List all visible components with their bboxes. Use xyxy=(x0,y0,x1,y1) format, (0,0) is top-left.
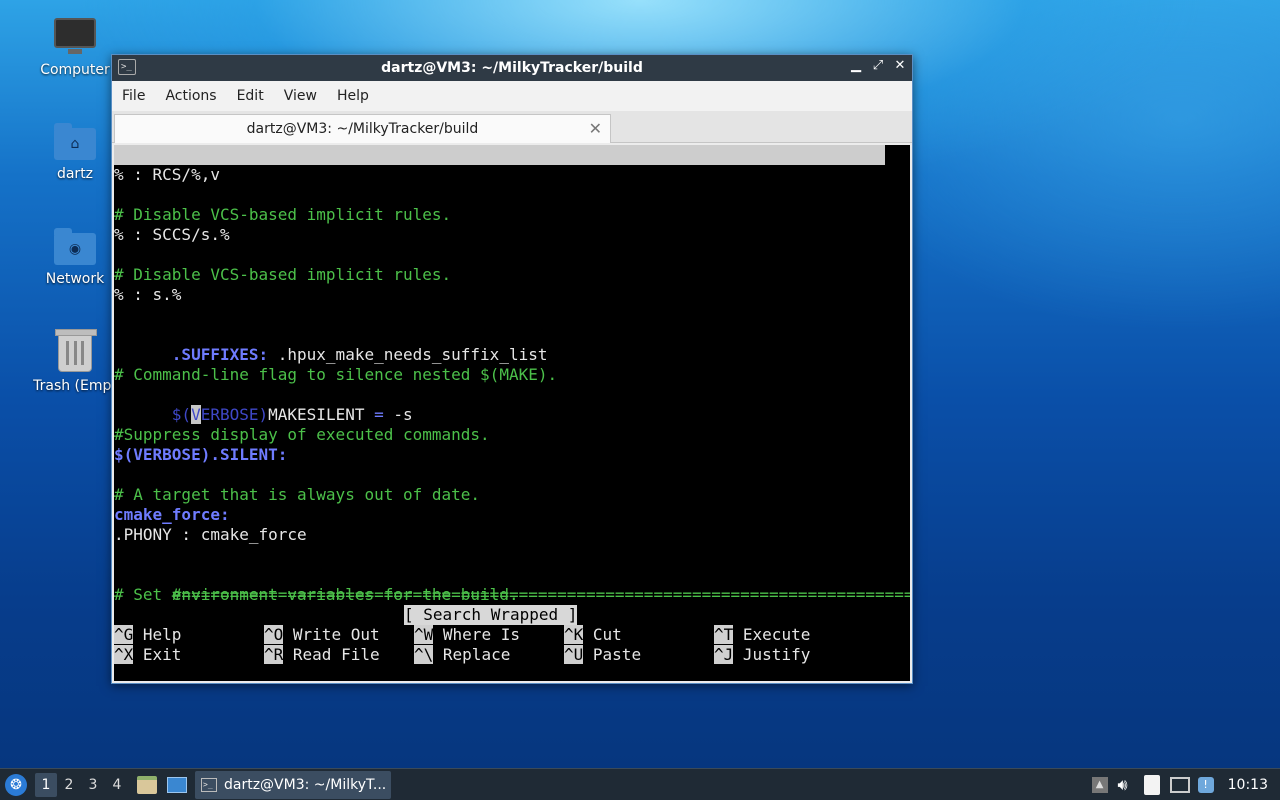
desktop-icon-label: Trash (Empt xyxy=(33,378,117,394)
start-menu-icon[interactable]: ❂ xyxy=(5,773,27,796)
nano-header: GNU nano 6.2 Makefile xyxy=(114,145,885,204)
tray-expand-icon[interactable]: ▲ xyxy=(1091,777,1108,793)
shortcut-cut[interactable]: ^K Cut xyxy=(564,625,622,645)
workspace-4[interactable]: 4 xyxy=(105,773,129,797)
close-icon[interactable]: ✕ xyxy=(894,58,906,73)
code-comment: # Disable VCS-based implicit rules. xyxy=(114,265,452,284)
network-status-icon[interactable] xyxy=(1169,777,1190,793)
code-comment: # A target that is always out of date. xyxy=(114,485,481,504)
taskbar: ❂ 1 2 3 4 >_ dartz@VM3: ~/MilkyT... ▲ 🔊︎… xyxy=(0,768,1280,800)
code-text: MAKESILENT xyxy=(268,405,375,424)
workspace-2[interactable]: 2 xyxy=(57,773,81,797)
desktop-icon-network[interactable]: ◉ Network xyxy=(25,228,125,287)
maximize-icon[interactable]: ⤢ xyxy=(872,58,884,73)
terminal-window: >_ dartz@VM3: ~/MilkyTracker/build ▁ ⤢ ✕… xyxy=(111,54,913,684)
variable-ref: ERBOSE) xyxy=(200,405,269,424)
terminal-app-icon[interactable]: >_ xyxy=(118,59,136,75)
desktop-icon-label: Computer xyxy=(40,62,110,78)
code-comment: # Set environment variables for the buil… xyxy=(114,585,519,604)
desktop-icon-label: Network xyxy=(45,271,105,287)
file-manager-launcher-icon[interactable] xyxy=(137,775,157,794)
minimize-icon[interactable]: ▁ xyxy=(850,58,862,73)
make-target: .SUFFIXES: xyxy=(171,345,269,364)
make-target: cmake_force: xyxy=(114,505,230,524)
desktop-icon-trash[interactable]: Trash (Empt xyxy=(25,329,125,394)
desktop-icon-computer[interactable]: Computer xyxy=(25,18,125,78)
code-line: .PHONY : cmake_force xyxy=(114,525,307,544)
home-folder-icon: ⌂ xyxy=(54,123,96,160)
terminal-icon: >_ xyxy=(201,777,217,792)
code-comment: # Command-line flag to silence nested $(… xyxy=(114,365,558,384)
notification-icon[interactable]: ! xyxy=(1197,777,1214,793)
desktop-icon-home[interactable]: ⌂ dartz xyxy=(25,123,125,182)
network-folder-icon: ◉ xyxy=(54,228,96,265)
code-comment: #Suppress display of executed commands. xyxy=(114,425,490,444)
clock[interactable]: 10:13 xyxy=(1228,777,1268,793)
shortcut-paste[interactable]: ^U Paste xyxy=(564,645,641,665)
computer-icon xyxy=(54,18,96,54)
taskbar-window-label: dartz@VM3: ~/MilkyT... xyxy=(224,776,387,793)
code-line: $(VERBOSE)MAKESILENT = -s xyxy=(114,385,413,424)
shortcut-where-is[interactable]: ^W Where Is xyxy=(414,625,520,645)
menu-help[interactable]: Help xyxy=(337,88,379,104)
shortcut-write-out[interactable]: ^O Write Out xyxy=(264,625,380,645)
nano-status-message: [ Search Wrapped ] xyxy=(404,605,578,625)
operator: = xyxy=(374,405,384,424)
shortcut-replace[interactable]: ^\ Replace xyxy=(414,645,510,665)
code-comment: # Disable VCS-based implicit rules. xyxy=(114,205,452,224)
menu-actions[interactable]: Actions xyxy=(165,88,226,104)
tab-bar: dartz@VM3: ~/MilkyTracker/build ✕ xyxy=(112,111,912,143)
tab-close-icon[interactable]: ✕ xyxy=(589,119,602,138)
code-line: .SUFFIXES: .hpux_make_needs_suffix_list xyxy=(114,325,548,364)
shortcut-exit[interactable]: ^X Exit xyxy=(114,645,181,665)
shortcut-execute[interactable]: ^T Execute xyxy=(714,625,810,645)
window-titlebar[interactable]: >_ dartz@VM3: ~/MilkyTracker/build ▁ ⤢ ✕ xyxy=(112,55,912,81)
menu-edit[interactable]: Edit xyxy=(237,88,274,104)
trash-icon xyxy=(55,329,97,372)
code-line: % : RCS/%,v xyxy=(114,165,220,184)
desktop-icon-label: dartz xyxy=(56,166,94,182)
text-cursor: V xyxy=(191,405,201,424)
shortcut-help[interactable]: ^G Help xyxy=(114,625,181,645)
menu-view[interactable]: View xyxy=(284,88,327,104)
shortcut-read-file[interactable]: ^R Read File xyxy=(264,645,380,665)
variable-ref: $( xyxy=(171,405,192,424)
code-line: % : SCCS/s.% xyxy=(114,225,230,244)
workspace-1[interactable]: 1 xyxy=(35,772,57,797)
code-line: #=======================================… xyxy=(114,565,910,604)
clipboard-icon[interactable] xyxy=(1143,775,1160,795)
show-desktop-icon[interactable] xyxy=(167,776,187,793)
menu-file[interactable]: File xyxy=(122,88,155,104)
code-line: % : s.% xyxy=(114,285,182,304)
volume-icon[interactable]: 🔊︎ xyxy=(1118,775,1128,795)
tab-title: dartz@VM3: ~/MilkyTracker/build xyxy=(246,121,479,137)
nano-filename: Makefile xyxy=(484,185,562,204)
code-text: -s xyxy=(383,405,413,424)
menubar: File Actions Edit View Help xyxy=(112,81,912,111)
shortcut-justify[interactable]: ^J Justify xyxy=(714,645,810,665)
window-title: dartz@VM3: ~/MilkyTracker/build xyxy=(381,60,643,76)
terminal-viewport[interactable]: GNU nano 6.2 Makefile % : RCS/%,v # Disa… xyxy=(114,145,910,681)
taskbar-window-button[interactable]: >_ dartz@VM3: ~/MilkyT... xyxy=(195,770,391,799)
terminal-tab[interactable]: dartz@VM3: ~/MilkyTracker/build ✕ xyxy=(114,114,611,143)
code-text: .hpux_make_needs_suffix_list xyxy=(268,345,548,364)
make-target: $(VERBOSE).SILENT: xyxy=(114,445,288,464)
workspace-3[interactable]: 3 xyxy=(81,773,105,797)
